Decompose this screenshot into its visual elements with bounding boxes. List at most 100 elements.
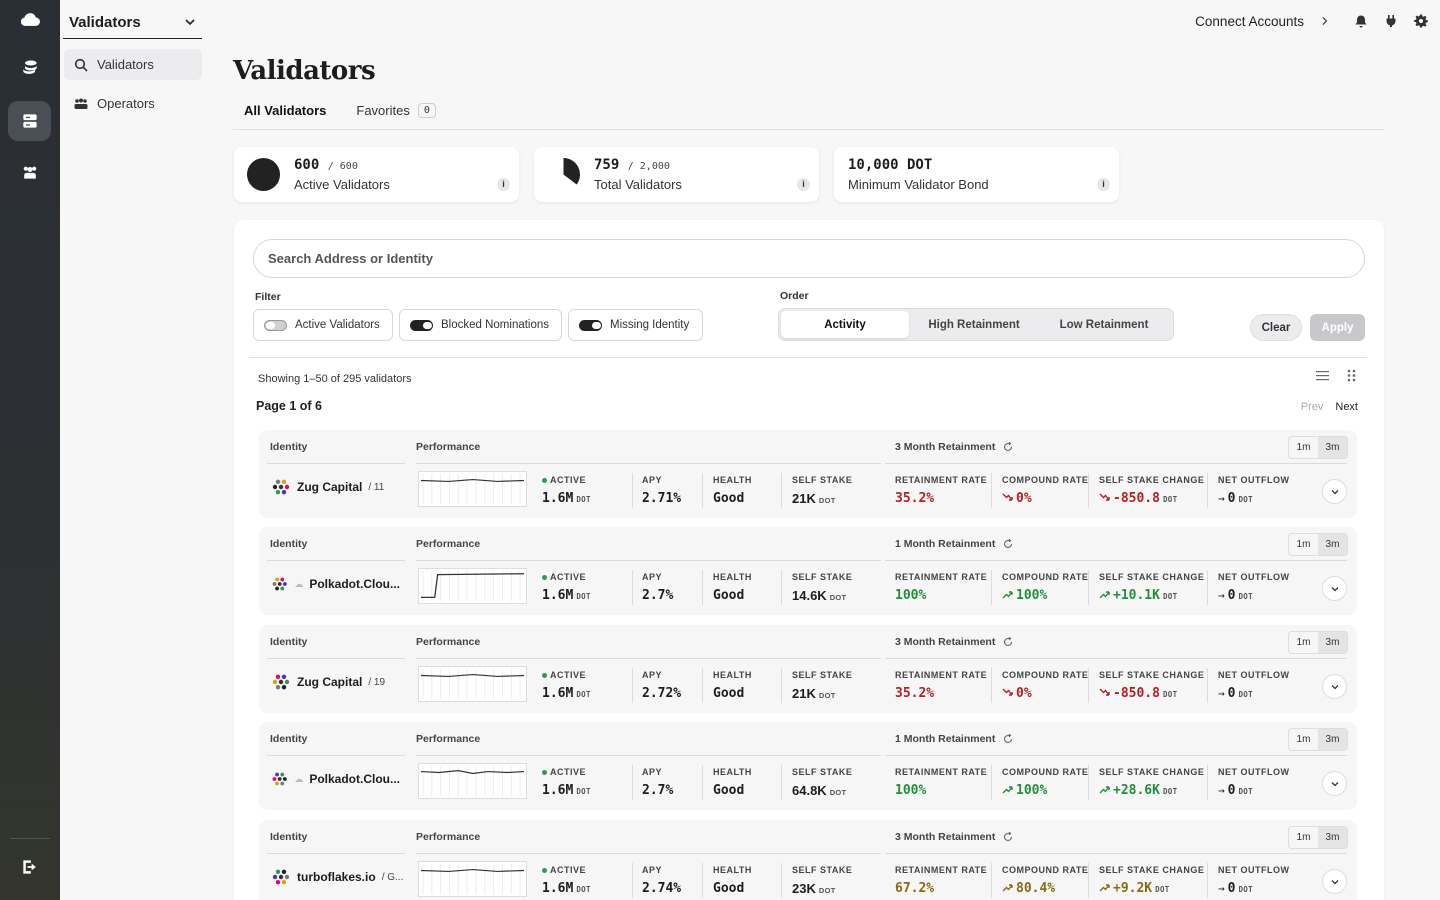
timeframe-1m[interactable]: 1m [1289, 729, 1318, 750]
order-option-high-retainment[interactable]: High Retainment [909, 311, 1039, 338]
refresh-icon[interactable] [1003, 832, 1013, 842]
refresh-icon[interactable] [1003, 637, 1013, 647]
connect-accounts-link[interactable]: Connect Accounts [1195, 14, 1304, 29]
timeframe-1m[interactable]: 1m [1289, 437, 1318, 458]
toggle-switch[interactable] [264, 319, 287, 331]
header-underline [267, 853, 405, 854]
filter-chip-blocked-nominations[interactable]: Blocked Nominations [399, 309, 562, 341]
clear-button[interactable]: Clear [1250, 314, 1302, 341]
section-selector[interactable]: Validators [63, 6, 202, 39]
metric-compound-rate: COMPOUND RATE 100% [1002, 767, 1089, 798]
validator-sub-id: / G... [381, 871, 404, 883]
metric-separator [632, 570, 633, 605]
info-icon[interactable]: i [797, 178, 810, 191]
expand-row-button[interactable] [1322, 869, 1347, 894]
list-view-icon[interactable] [1316, 369, 1329, 382]
validator-row[interactable]: Identity Performance 3 Month Retainment … [259, 820, 1357, 900]
search-input[interactable]: Search Address or Identity [253, 239, 1365, 278]
retainment-period-label: 3 Month Retainment [895, 831, 996, 843]
metric-self-stake: SELF STAKE 14.6K DOT [792, 572, 853, 603]
tab-all-validators[interactable]: All Validators [244, 103, 326, 118]
timeframe-3m[interactable]: 3m [1318, 437, 1347, 458]
info-icon[interactable]: i [1097, 178, 1110, 191]
validator-identity[interactable]: Zug Capital / 19 [271, 672, 406, 692]
validator-identity[interactable]: ☁ Polkadot.Clou... [271, 574, 406, 594]
stat-value: 600 / 600 [294, 157, 358, 173]
identity-header: Identity [270, 538, 308, 550]
coins-icon[interactable] [8, 48, 51, 88]
timeframe-3m[interactable]: 3m [1318, 827, 1347, 848]
users-icon[interactable] [8, 152, 51, 192]
header-underline [267, 463, 405, 464]
validator-row[interactable]: Identity Performance 3 Month Retainment … [259, 430, 1357, 518]
metric-active: ACTIVE 1.6M DOT [542, 670, 591, 701]
order-option-activity[interactable]: Activity [781, 311, 909, 338]
timeframe-1m[interactable]: 1m [1289, 534, 1318, 555]
metric-separator [1088, 668, 1089, 703]
retainment-header: 3 Month Retainment [895, 831, 1013, 843]
nav-item-validators[interactable]: Validators [64, 49, 202, 80]
expand-row-button[interactable] [1322, 771, 1347, 796]
gear-icon[interactable] [1414, 14, 1428, 28]
header-underline [885, 755, 1347, 756]
bell-icon[interactable] [1354, 14, 1368, 28]
timeframe-3m[interactable]: 3m [1318, 534, 1347, 555]
prev-page-button[interactable]: Prev [1301, 401, 1324, 413]
identicon-avatar [272, 772, 287, 786]
apply-button[interactable]: Apply [1310, 314, 1365, 341]
refresh-icon[interactable] [1003, 442, 1013, 452]
server-icon[interactable] [8, 101, 51, 141]
metric-separator [781, 863, 782, 898]
active-status-dot [542, 769, 547, 775]
app-rail [0, 0, 60, 900]
timeframe-3m[interactable]: 3m [1318, 729, 1347, 750]
retainment-header: 3 Month Retainment [895, 441, 1013, 453]
timeframe-1m[interactable]: 1m [1289, 827, 1318, 848]
grid-view-icon[interactable] [1345, 369, 1358, 382]
validator-identity[interactable]: turboflakes.io / G... [271, 867, 406, 887]
filter-chip-missing-identity[interactable]: Missing Identity [568, 309, 703, 341]
pagination: Prev Next [1301, 401, 1358, 413]
validator-row[interactable]: Identity Performance 3 Month Retainment … [259, 625, 1357, 713]
arrow-right-icon: → [1218, 687, 1225, 700]
nav-item-operators[interactable]: Operators [64, 88, 202, 119]
trend-down-icon [1002, 688, 1013, 696]
validator-row[interactable]: Identity Performance 1 Month Retainment … [259, 722, 1357, 810]
stat-card-min-bond: 10,000 DOT Minimum Validator Bond i [834, 147, 1119, 202]
validator-identity[interactable]: ☁ Polkadot.Clou... [271, 769, 406, 789]
validator-row[interactable]: Identity Performance 1 Month Retainment … [259, 527, 1357, 615]
toggle-switch[interactable] [410, 319, 433, 331]
timeframe-toggle: 1m 3m [1288, 436, 1348, 459]
metric-separator [781, 570, 782, 605]
toggle-switch[interactable] [579, 319, 602, 331]
metric-retainment-rate: RETAINMENT RATE 100% [895, 767, 988, 798]
refresh-icon[interactable] [1003, 734, 1013, 744]
identity-header: Identity [270, 441, 308, 453]
info-icon[interactable]: i [497, 178, 510, 191]
logout-icon[interactable] [8, 847, 51, 887]
chevron-right-icon[interactable] [1320, 16, 1330, 26]
timeframe-3m[interactable]: 3m [1318, 632, 1347, 653]
validator-name: turboflakes.io [297, 870, 376, 884]
cloud-icon[interactable] [8, 0, 51, 40]
order-segmented-control: Activity High Retainment Low Retainment [778, 308, 1174, 341]
header-underline [267, 560, 405, 561]
expand-row-button[interactable] [1322, 576, 1347, 601]
tab-favorites[interactable]: Favorites 0 [356, 103, 436, 118]
metric-separator [632, 863, 633, 898]
next-page-button[interactable]: Next [1335, 401, 1358, 413]
metric-apy: APY 2.7% [642, 767, 674, 798]
validator-identity[interactable]: Zug Capital / 11 [271, 477, 406, 497]
arrow-right-icon: → [1218, 589, 1225, 602]
filter-chip-active-validators[interactable]: Active Validators [253, 309, 393, 341]
order-option-low-retainment[interactable]: Low Retainment [1039, 311, 1169, 338]
plug-icon[interactable] [1384, 14, 1398, 28]
timeframe-toggle: 1m 3m [1288, 631, 1348, 654]
metric-apy: APY 2.71% [642, 475, 682, 506]
refresh-icon[interactable] [1003, 539, 1013, 549]
expand-row-button[interactable] [1322, 479, 1347, 504]
timeframe-1m[interactable]: 1m [1289, 632, 1318, 653]
stat-label: Total Validators [594, 177, 682, 192]
expand-row-button[interactable] [1322, 674, 1347, 699]
stat-label: Minimum Validator Bond [848, 177, 989, 192]
